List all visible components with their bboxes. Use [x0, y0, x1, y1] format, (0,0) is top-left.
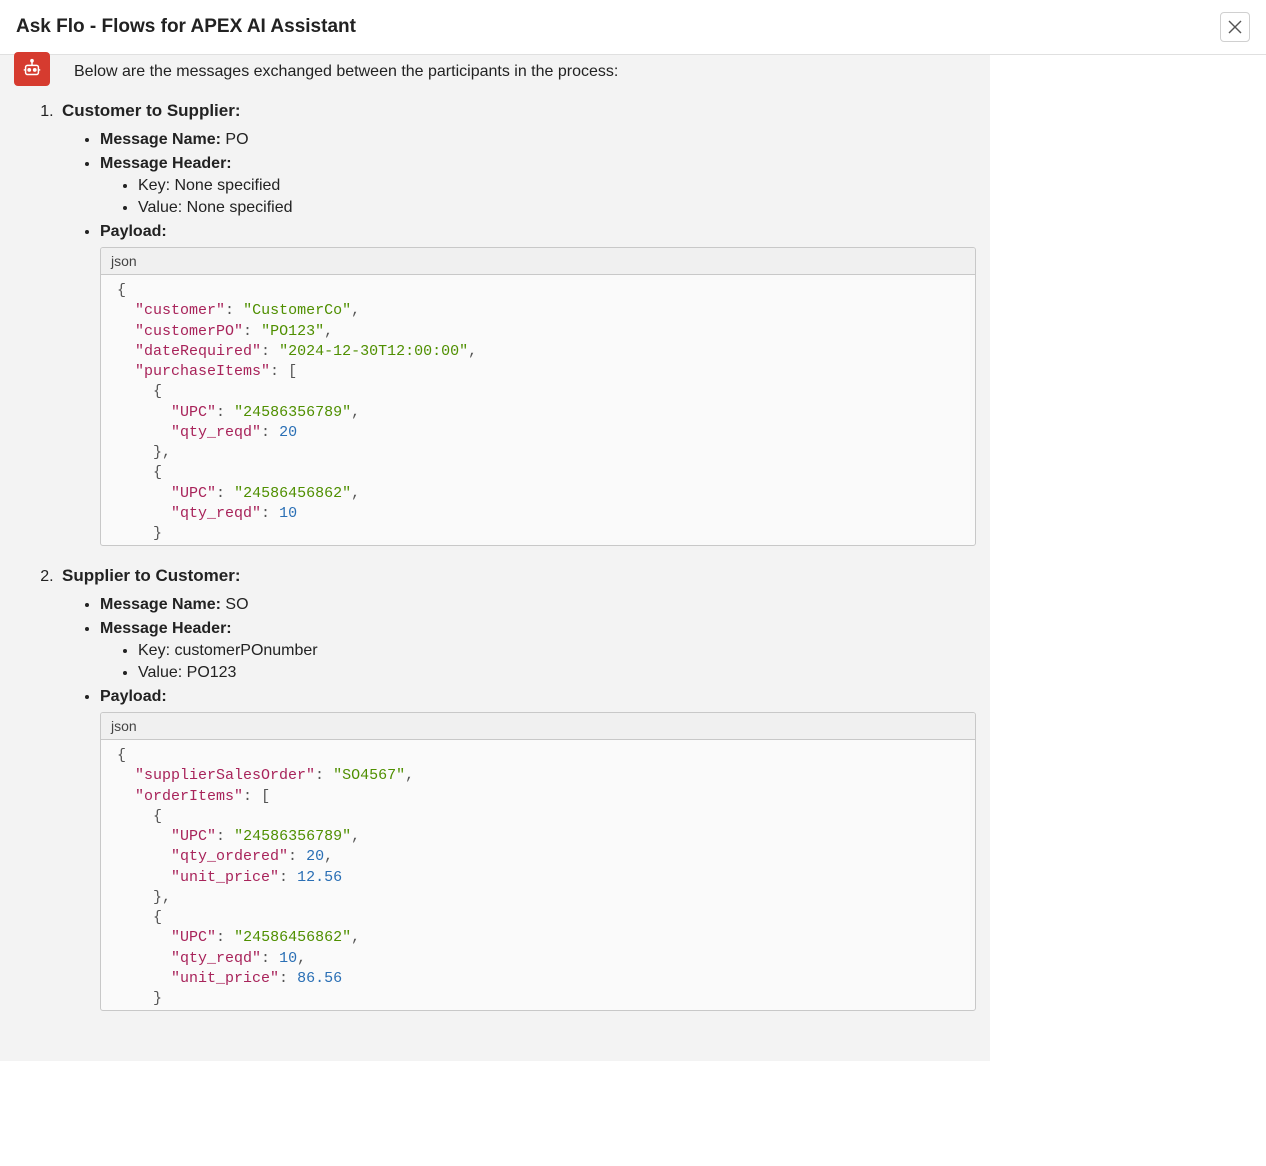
message-name-value: PO: [225, 131, 248, 148]
code-lang-label: json: [101, 713, 975, 740]
message-item: Supplier to Customer: Message Name: SO M…: [58, 566, 976, 1011]
list-item: Message Name: SO: [100, 596, 976, 614]
label-message-header: Message Header:: [100, 155, 232, 172]
header-value-value: PO123: [187, 664, 237, 681]
label-message-name: Message Name:: [100, 596, 221, 613]
list-item: Key: None specified: [138, 177, 976, 195]
assistant-avatar: [14, 52, 50, 86]
label-message-name: Message Name:: [100, 131, 221, 148]
list-item: Value: None specified: [138, 199, 976, 217]
code-lang-label: json: [101, 248, 975, 275]
close-button[interactable]: [1220, 12, 1250, 42]
message-item: Customer to Supplier: Message Name: PO M…: [58, 101, 976, 546]
robot-icon: [21, 58, 43, 80]
message-content: Below are the messages exchanged between…: [0, 55, 990, 1061]
modal-header: Ask Flo - Flows for APEX AI Assistant: [0, 0, 1266, 55]
code-block: json { "customer": "CustomerCo", "custom…: [100, 247, 976, 546]
code-body[interactable]: { "supplierSalesOrder": "SO4567", "order…: [101, 740, 975, 1010]
label-value: Value:: [138, 199, 182, 216]
section-title: Supplier to Customer:: [62, 566, 241, 585]
list-item: Value: PO123: [138, 664, 976, 682]
code-block: json { "supplierSalesOrder": "SO4567", "…: [100, 712, 976, 1011]
intro-text: Below are the messages exchanged between…: [14, 55, 976, 87]
header-value-value: None specified: [187, 199, 293, 216]
message-name-value: SO: [225, 596, 248, 613]
list-item: Payload: json { "customer": "CustomerCo"…: [100, 223, 976, 546]
label-message-header: Message Header:: [100, 620, 232, 637]
code-body[interactable]: { "customer": "CustomerCo", "customerPO"…: [101, 275, 975, 545]
section-title: Customer to Supplier:: [62, 101, 241, 120]
label-payload: Payload:: [100, 688, 167, 705]
close-icon: [1228, 20, 1242, 34]
page-body: Below are the messages exchanged between…: [0, 55, 1266, 1061]
label-payload: Payload:: [100, 223, 167, 240]
list-item: Message Name: PO: [100, 131, 976, 149]
header-key-value: None specified: [174, 177, 280, 194]
modal-title: Ask Flo - Flows for APEX AI Assistant: [16, 16, 356, 38]
label-key: Key:: [138, 642, 170, 659]
label-key: Key:: [138, 177, 170, 194]
list-item: Key: customerPOnumber: [138, 642, 976, 660]
list-item: Payload: json { "supplierSalesOrder": "S…: [100, 688, 976, 1011]
list-item: Message Header: Key: customerPOnumber Va…: [100, 620, 976, 682]
header-key-value: customerPOnumber: [174, 642, 317, 659]
list-item: Message Header: Key: None specified Valu…: [100, 155, 976, 217]
label-value: Value:: [138, 664, 182, 681]
messages-list: Customer to Supplier: Message Name: PO M…: [14, 101, 976, 1011]
